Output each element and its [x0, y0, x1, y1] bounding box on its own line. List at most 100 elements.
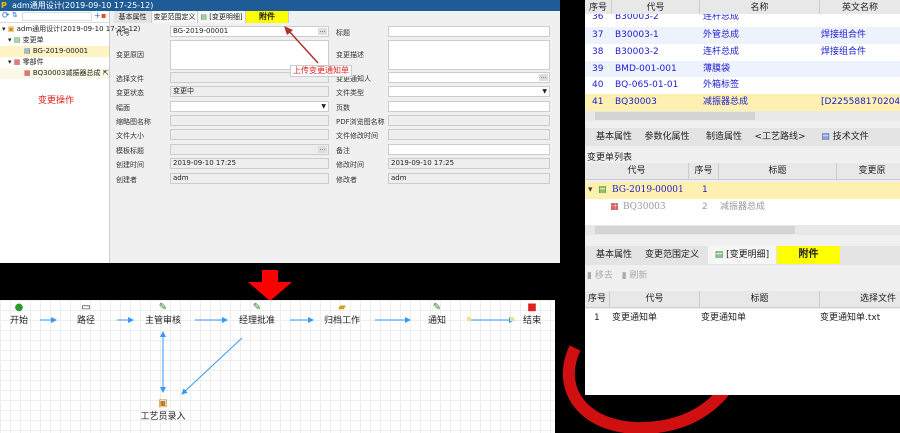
change-list-row[interactable]: ▦ BQ30003 2 减振器总成 [585, 199, 900, 216]
row-seq: 37 [592, 30, 604, 40]
node-label: 通知 [427, 316, 446, 326]
change-title: 减振器总成 [720, 202, 766, 212]
tab-attachments[interactable]: 附件 [777, 246, 840, 264]
stop-icon: ■ [527, 302, 537, 313]
tab-details[interactable]: ▤ [变更明细] [708, 246, 776, 264]
detail-tabs: 基本属性 变更范围定义 ▤ [变更明细] 附件 [585, 246, 900, 265]
flow-node-route[interactable]: ▭ 路径 [56, 302, 116, 326]
edit-task-icon: ✎ [432, 302, 442, 313]
remove-icon: ▮ [587, 271, 592, 281]
row-name: 外管总成 [703, 30, 740, 40]
row-code: B30003-2 [615, 14, 659, 22]
node-label: 归档工作 [323, 316, 360, 326]
row-english-name: 焊接组合件 [821, 30, 867, 40]
attach-toolbar: ▮ 移去 ▮ 刷新 [585, 268, 648, 284]
parts-table-row[interactable]: 37 B30003-1 外管总成 焊接组合件 [585, 27, 900, 44]
row-seq: 39 [592, 64, 604, 74]
row-code: B30003-2 [615, 47, 659, 57]
change-code: BQ30003 [623, 202, 666, 212]
archive-icon: ▰ [338, 302, 346, 313]
flow-node-supervisor-review[interactable]: ✎ 主管审核 [133, 302, 193, 326]
attach-table-body: 1 变更通知单 变更通知单 变更通知单.txt [585, 309, 900, 395]
parts-table-row[interactable]: 36 B30003-2 连杆总成 [585, 14, 900, 27]
horizontal-scrollbar[interactable] [585, 225, 900, 235]
change-seq: 2 [702, 202, 708, 212]
edit-task-icon: ✎ [158, 302, 168, 313]
parts-table-row[interactable]: 41 BQ30003 减振器总成 [D225588170204] [585, 94, 900, 111]
row-code: BQ-065-01-01 [615, 80, 679, 90]
change-code: BG-2019-00001 [612, 185, 684, 195]
row-code: BQ30003 [615, 97, 657, 107]
col-header[interactable]: 选择文件 [820, 291, 900, 308]
expand-icon[interactable]: ▾ [588, 182, 593, 198]
flow-node-technician-entry[interactable]: ▣ 工艺员录入 [133, 398, 193, 422]
parts-table-row[interactable]: 38 B30003-2 连杆总成 焊接组合件 [585, 44, 900, 61]
workflow-canvas: ● 开始 ▭ 路径 ✎ 主管审核 ✎ 经理批准 ▰ 归档工作 ✎ 通知 ■ 结束 ▣ 工艺员录入 [0, 300, 555, 433]
col-header[interactable]: 变更原 [837, 163, 900, 180]
refresh-button[interactable]: 刷新 [630, 271, 648, 281]
rectangle-icon: ▭ [81, 302, 91, 313]
row-name: 薄膜袋 [703, 64, 731, 74]
row-code: B30003-1 [615, 30, 659, 40]
col-header[interactable]: 代号 [610, 291, 700, 308]
red-down-arrow-icon [248, 270, 292, 301]
tab-basic[interactable]: 基本属性 [589, 246, 639, 264]
edit-task-icon: ✎ [252, 302, 262, 313]
annotation-arrow [284, 26, 319, 64]
col-header[interactable]: 代号 [585, 163, 689, 180]
node-label: 结束 [522, 316, 541, 326]
parts-table-row[interactable]: 39 BMD-001-001 薄膜袋 [585, 61, 900, 78]
main-window: P adm通用设计(2019-09-10 17-25-12) ⟳ ⇅ + ▪ ▾… [0, 0, 560, 263]
node-label: 开始 [9, 316, 28, 326]
row-seq: 36 [592, 14, 604, 22]
attach-table-header: 序号 代号 标题 选择文件 [585, 291, 900, 308]
remove-button[interactable]: 移去 [595, 271, 613, 281]
tab-tech-files[interactable]: ▤ 技术文件 [815, 128, 875, 146]
node-label: 工艺员录入 [140, 412, 186, 422]
row-english-name: [D225588170204] [821, 97, 900, 107]
row-seq: 40 [592, 80, 604, 90]
document-icon: ▣ [158, 398, 168, 409]
attach-row[interactable]: 1 变更通知单 变更通知单 变更通知单.txt [585, 310, 900, 327]
change-seq: 1 [702, 185, 708, 195]
tab-label: [变更明细] [726, 250, 770, 260]
col-header[interactable]: 序号 [689, 163, 719, 180]
tab-manufacturing-properties[interactable]: 制造属性 [701, 128, 747, 146]
flow-node-archive[interactable]: ▰ 归档工作 [312, 302, 372, 326]
document-icon: ▤ [821, 132, 830, 142]
part-icon: ▦ [610, 202, 619, 212]
row-code: BMD-001-001 [615, 64, 677, 74]
part-panel: 序号 代号 名称 英文名称 36 B30003-2 连杆总成 37 B30003-1 外管… [585, 0, 900, 395]
tab-label: 技术文件 [832, 132, 869, 142]
attach-seq: 1 [594, 313, 600, 323]
flow-node-manager-approval[interactable]: ✎ 经理批准 [227, 302, 287, 326]
row-name: 外箱标签 [703, 80, 740, 90]
change-list-title: 变更单列表 [587, 153, 633, 163]
change-order-icon: ▤ [598, 185, 607, 195]
tab-process-route[interactable]: <工艺路线> [752, 128, 808, 146]
flow-node-start[interactable]: ● 开始 [0, 302, 49, 326]
node-label: 主管审核 [144, 316, 181, 326]
row-name: 减振器总成 [703, 97, 749, 107]
tab-scope[interactable]: 变更范围定义 [643, 246, 701, 264]
tab-parametric-properties[interactable]: 参数化属性 [642, 128, 692, 146]
property-tabs: 基本属性 参数化属性 制造属性 <工艺路线> ▤ 技术文件 [585, 128, 900, 146]
parts-table-row[interactable]: 40 BQ-065-01-01 外箱标签 [585, 77, 900, 94]
row-name: 连杆总成 [703, 47, 740, 57]
horizontal-scrollbar[interactable] [585, 111, 900, 121]
table-icon: ▤ [714, 250, 724, 260]
change-list-row[interactable]: ▾ ▤ BG-2019-00001 1 [585, 182, 900, 199]
node-label: 经理批准 [238, 316, 275, 326]
flow-node-notify[interactable]: ✎ 通知 [407, 302, 467, 326]
col-header[interactable]: 标题 [700, 291, 820, 308]
col-header[interactable]: 标题 [719, 163, 837, 180]
row-seq: 38 [592, 47, 604, 57]
flow-node-end[interactable]: ■ 结束 [502, 302, 562, 326]
row-seq: 41 [592, 97, 604, 107]
tab-basic-properties[interactable]: 基本属性 [589, 128, 639, 146]
attach-file: 变更通知单.txt [820, 313, 881, 323]
row-name: 连杆总成 [703, 14, 740, 22]
attach-code: 变更通知单 [612, 313, 658, 323]
play-icon: ● [14, 302, 24, 313]
col-header[interactable]: 序号 [585, 291, 610, 308]
